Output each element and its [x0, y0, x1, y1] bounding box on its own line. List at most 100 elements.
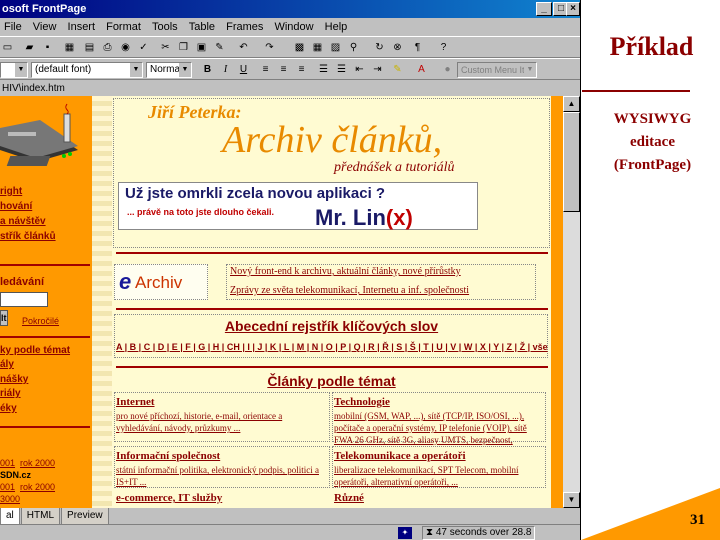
- page-wave-border: [92, 96, 112, 508]
- topic-internet-body[interactable]: pro nové příchozí, historie, e-mail, ori…: [116, 410, 326, 434]
- nav-topic-aly[interactable]: ály: [0, 359, 14, 370]
- nav-link-rejstrik[interactable]: střík článků: [0, 231, 56, 242]
- minimize-button[interactable]: _: [536, 2, 552, 16]
- topic-internet-title[interactable]: Internet: [116, 396, 155, 408]
- nav-sdn: SDN.cz: [0, 470, 32, 480]
- italic-icon[interactable]: I: [218, 62, 233, 77]
- copy-icon[interactable]: ❐: [176, 40, 191, 55]
- topic-infospol-title[interactable]: Informační společnost: [116, 450, 220, 462]
- topic-infospol-body[interactable]: státní informační politika, elektronický…: [116, 464, 326, 488]
- circle-icon[interactable]: ●: [440, 62, 455, 77]
- status-bar: ✦ ⧗ 47 seconds over 28.8: [0, 524, 580, 540]
- earchiv-logo-box[interactable]: e Archiv: [114, 264, 208, 300]
- scroll-down-icon[interactable]: ▼: [563, 492, 580, 508]
- nav-year-2000[interactable]: rok 2000: [20, 458, 55, 468]
- topics-title[interactable]: Články podle témat: [112, 373, 551, 389]
- index-letters[interactable]: A | B | C | D | E | F | G | H | CH | I |…: [116, 342, 548, 352]
- underline-icon[interactable]: U: [236, 62, 251, 77]
- topic-ruzne-title[interactable]: Různé: [334, 492, 364, 504]
- preview-icon[interactable]: ◉: [118, 40, 133, 55]
- menu-view[interactable]: View: [33, 21, 57, 33]
- menu-tools[interactable]: Tools: [152, 21, 178, 33]
- print-icon[interactable]: ⎙: [100, 40, 115, 55]
- nav-link-navstevy[interactable]: a návštěv: [0, 216, 46, 227]
- redo-icon[interactable]: ↷: [262, 40, 277, 55]
- bullet-list-icon[interactable]: ☰: [334, 62, 349, 77]
- nav-year-2001[interactable]: 001: [0, 458, 15, 468]
- earchiv-link-news[interactable]: Zprávy ze světa telekomunikací, Internet…: [230, 285, 469, 296]
- custom-menu-item-select[interactable]: Custom Menu Item ▼: [457, 62, 537, 78]
- earchiv-link-frontend[interactable]: Nový front-end k archivu, aktuální článk…: [230, 266, 461, 277]
- folder-list-icon[interactable]: ▤: [82, 40, 97, 55]
- menu-window[interactable]: Window: [274, 21, 313, 33]
- highlight-icon[interactable]: ✎: [390, 62, 405, 77]
- close-button[interactable]: ×: [566, 2, 580, 16]
- paragraph-marks-icon[interactable]: ¶: [410, 40, 425, 55]
- refresh-icon[interactable]: ↻: [372, 40, 387, 55]
- advanced-search-link[interactable]: Pokročilé: [22, 316, 59, 326]
- nav-topic-eky[interactable]: éky: [0, 403, 17, 414]
- page-main-title: Archiv článků,: [222, 119, 443, 161]
- publish-icon[interactable]: ▦: [62, 40, 77, 55]
- scroll-up-icon[interactable]: ▲: [563, 96, 580, 112]
- tab-preview[interactable]: Preview: [61, 508, 109, 525]
- nav-divider: [0, 264, 90, 266]
- search-button[interactable]: lt: [0, 310, 8, 326]
- align-center-icon[interactable]: ≡: [276, 62, 291, 77]
- open-folder-icon[interactable]: ▰: [22, 40, 37, 55]
- paste-icon[interactable]: ▣: [194, 40, 209, 55]
- hyperlink-icon[interactable]: ⚲: [346, 40, 361, 55]
- format-painter-icon[interactable]: ✎: [212, 40, 227, 55]
- topic-technologie-body[interactable]: mobilní (GSM, WAP, ...), sítě (TCP/IP, I…: [334, 410, 546, 446]
- stop-icon[interactable]: ⊗: [390, 40, 405, 55]
- decrease-indent-icon[interactable]: ⇤: [352, 62, 367, 77]
- nav-topic-tutorialy[interactable]: riály: [0, 388, 21, 399]
- numbered-list-icon[interactable]: ☰: [316, 62, 331, 77]
- menu-table[interactable]: Table: [189, 21, 215, 33]
- vertical-scrollbar[interactable]: ▲ ▼: [563, 96, 580, 508]
- nav-link-hodnoceni[interactable]: hování: [0, 201, 32, 212]
- help-icon[interactable]: ?: [436, 40, 451, 55]
- font-select[interactable]: (default font) ▼: [31, 62, 143, 78]
- nav-year-2000-b[interactable]: rok 2000: [20, 482, 55, 492]
- menu-file[interactable]: File: [4, 21, 22, 33]
- nav-year-3000[interactable]: 3000: [0, 494, 20, 504]
- save-icon[interactable]: ▪: [40, 40, 55, 55]
- linux-banner[interactable]: Už jste omrkli zcela novou aplikaci ? ..…: [118, 182, 478, 230]
- undo-icon[interactable]: ↶: [236, 40, 251, 55]
- menu-format[interactable]: Format: [106, 21, 141, 33]
- font-color-icon[interactable]: A: [414, 62, 429, 77]
- new-page-icon[interactable]: ▭: [0, 40, 15, 55]
- bold-icon[interactable]: B: [200, 62, 215, 77]
- align-left-icon[interactable]: ≡: [258, 62, 273, 77]
- image-icon[interactable]: ▨: [328, 40, 343, 55]
- topic-telekom-title[interactable]: Telekomunikace a operátoři: [334, 450, 466, 462]
- tab-html[interactable]: HTML: [20, 508, 61, 525]
- search-input[interactable]: [0, 292, 48, 307]
- nav-link-copyright[interactable]: right: [0, 186, 22, 197]
- component-icon[interactable]: ▩: [292, 40, 307, 55]
- menu-help[interactable]: Help: [325, 21, 348, 33]
- window-titlebar[interactable]: osoft FrontPage _ □ ×: [0, 0, 580, 18]
- scroll-thumb[interactable]: [563, 112, 580, 212]
- style-select-left[interactable]: ▼: [0, 62, 28, 78]
- frontpage-window: osoft FrontPage _ □ × File View Insert F…: [0, 0, 581, 540]
- menu-frames[interactable]: Frames: [226, 21, 263, 33]
- increase-indent-icon[interactable]: ⇥: [370, 62, 385, 77]
- size-select[interactable]: Normal ▼: [146, 62, 192, 78]
- earchiv-e: e: [119, 269, 132, 294]
- spelling-icon[interactable]: ✓: [136, 40, 151, 55]
- nav-topic-prednasky[interactable]: nášky: [0, 374, 28, 385]
- nav-topics-link[interactable]: ky podle témat: [0, 345, 70, 356]
- nav-year-2001-b[interactable]: 001: [0, 482, 15, 492]
- menu-insert[interactable]: Insert: [68, 21, 96, 33]
- index-title[interactable]: Abecední rejstřík klíčových slov: [112, 318, 551, 334]
- tab-normal[interactable]: al: [0, 508, 20, 525]
- table-icon[interactable]: ▦: [310, 40, 325, 55]
- align-right-icon[interactable]: ≡: [294, 62, 309, 77]
- topic-ecommerce-title[interactable]: e-commerce, IT služby: [116, 492, 222, 504]
- topic-telekom-body[interactable]: liberalizace telekomunikací, SPT Telecom…: [334, 464, 544, 488]
- editor-pane[interactable]: right hování a návštěv střík článků ledá…: [0, 96, 563, 508]
- topic-technologie-title[interactable]: Technologie: [334, 396, 390, 408]
- cut-icon[interactable]: ✂: [158, 40, 173, 55]
